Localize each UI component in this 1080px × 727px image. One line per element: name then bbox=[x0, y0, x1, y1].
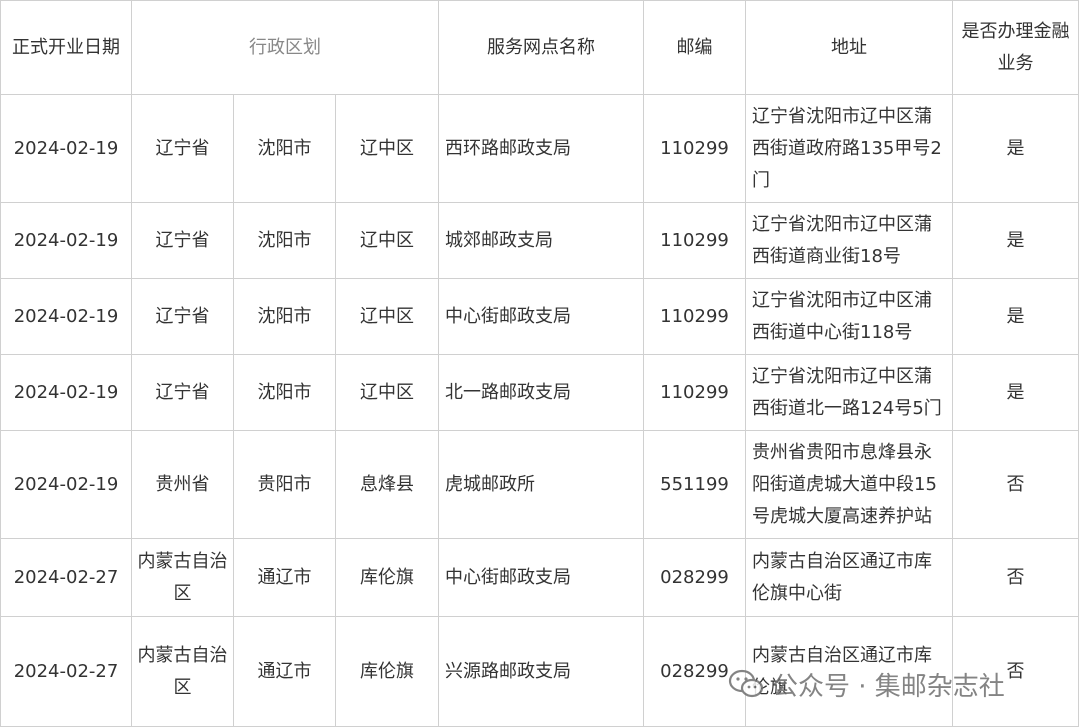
header-postcode: 邮编 bbox=[643, 0, 746, 95]
province-cell: 辽宁省 bbox=[131, 354, 234, 431]
post-office-table: 正式开业日期 行政区划 服务网点名称 邮编 地址 是否办理金融业务 2024-0… bbox=[0, 0, 1079, 727]
finance-cell: 否 bbox=[952, 616, 1079, 727]
header-address: 地址 bbox=[745, 0, 953, 95]
address-cell: 内蒙古自治区通辽市库伦旗 bbox=[745, 616, 953, 727]
district-cell: 辽中区 bbox=[335, 278, 439, 355]
header-finance: 是否办理金融业务 bbox=[952, 0, 1079, 95]
city-cell: 通辽市 bbox=[233, 616, 336, 727]
open-date-cell: 2024-02-27 bbox=[0, 538, 132, 617]
open-date-cell: 2024-02-19 bbox=[0, 278, 132, 355]
postcode-cell: 110299 bbox=[643, 202, 746, 279]
district-cell: 息烽县 bbox=[335, 430, 439, 539]
open-date-cell: 2024-02-19 bbox=[0, 202, 132, 279]
city-cell: 沈阳市 bbox=[233, 94, 336, 203]
outlet-name-cell: 城郊邮政支局 bbox=[438, 202, 644, 279]
address-cell: 内蒙古自治区通辽市库伦旗中心街 bbox=[745, 538, 953, 617]
district-cell: 辽中区 bbox=[335, 94, 439, 203]
address-cell: 辽宁省沈阳市辽中区蒲西街道北一路124号5门 bbox=[745, 354, 953, 431]
open-date-cell: 2024-02-19 bbox=[0, 430, 132, 539]
address-cell: 辽宁省沈阳市辽中区浦西街道中心街118号 bbox=[745, 278, 953, 355]
open-date-cell: 2024-02-27 bbox=[0, 616, 132, 727]
table-row: 2024-02-19 辽宁省 沈阳市 辽中区 中心街邮政支局 110299 辽宁… bbox=[0, 278, 1079, 355]
outlet-name-cell: 北一路邮政支局 bbox=[438, 354, 644, 431]
city-cell: 沈阳市 bbox=[233, 278, 336, 355]
province-cell: 辽宁省 bbox=[131, 202, 234, 279]
open-date-cell: 2024-02-19 bbox=[0, 94, 132, 203]
district-cell: 库伦旗 bbox=[335, 538, 439, 617]
finance-cell: 是 bbox=[952, 94, 1079, 203]
postcode-cell: 028299 bbox=[643, 538, 746, 617]
header-open-date: 正式开业日期 bbox=[0, 0, 132, 95]
header-row: 正式开业日期 行政区划 服务网点名称 邮编 地址 是否办理金融业务 bbox=[0, 0, 1079, 95]
outlet-name-cell: 中心街邮政支局 bbox=[438, 538, 644, 617]
finance-cell: 是 bbox=[952, 354, 1079, 431]
finance-cell: 否 bbox=[952, 538, 1079, 617]
outlet-name-cell: 虎城邮政所 bbox=[438, 430, 644, 539]
province-cell: 内蒙古自治区 bbox=[131, 538, 234, 617]
finance-cell: 是 bbox=[952, 278, 1079, 355]
city-cell: 沈阳市 bbox=[233, 354, 336, 431]
city-cell: 通辽市 bbox=[233, 538, 336, 617]
city-cell: 贵阳市 bbox=[233, 430, 336, 539]
table-row: 2024-02-19 贵州省 贵阳市 息烽县 虎城邮政所 551199 贵州省贵… bbox=[0, 430, 1079, 539]
district-cell: 库伦旗 bbox=[335, 616, 439, 727]
finance-cell: 是 bbox=[952, 202, 1079, 279]
province-cell: 辽宁省 bbox=[131, 278, 234, 355]
district-cell: 辽中区 bbox=[335, 354, 439, 431]
outlet-name-cell: 西环路邮政支局 bbox=[438, 94, 644, 203]
province-cell: 贵州省 bbox=[131, 430, 234, 539]
finance-cell: 否 bbox=[952, 430, 1079, 539]
open-date-cell: 2024-02-19 bbox=[0, 354, 132, 431]
header-outlet-name: 服务网点名称 bbox=[438, 0, 644, 95]
table-row: 2024-02-27 内蒙古自治区 通辽市 库伦旗 兴源路邮政支局 028299… bbox=[0, 616, 1079, 727]
table-row: 2024-02-19 辽宁省 沈阳市 辽中区 北一路邮政支局 110299 辽宁… bbox=[0, 354, 1079, 431]
table-row: 2024-02-19 辽宁省 沈阳市 辽中区 西环路邮政支局 110299 辽宁… bbox=[0, 94, 1079, 203]
outlet-name-cell: 中心街邮政支局 bbox=[438, 278, 644, 355]
table-row: 2024-02-27 内蒙古自治区 通辽市 库伦旗 中心街邮政支局 028299… bbox=[0, 538, 1079, 617]
district-cell: 辽中区 bbox=[335, 202, 439, 279]
city-cell: 沈阳市 bbox=[233, 202, 336, 279]
postcode-cell: 028299 bbox=[643, 616, 746, 727]
postcode-cell: 110299 bbox=[643, 354, 746, 431]
postcode-cell: 551199 bbox=[643, 430, 746, 539]
address-cell: 贵州省贵阳市息烽县永阳街道虎城大道中段15号虎城大厦高速养护站 bbox=[745, 430, 953, 539]
province-cell: 辽宁省 bbox=[131, 94, 234, 203]
postcode-cell: 110299 bbox=[643, 278, 746, 355]
postcode-cell: 110299 bbox=[643, 94, 746, 203]
table-row: 2024-02-19 辽宁省 沈阳市 辽中区 城郊邮政支局 110299 辽宁省… bbox=[0, 202, 1079, 279]
province-cell: 内蒙古自治区 bbox=[131, 616, 234, 727]
outlet-name-cell: 兴源路邮政支局 bbox=[438, 616, 644, 727]
header-admin-region: 行政区划 bbox=[131, 0, 439, 95]
address-cell: 辽宁省沈阳市辽中区蒲西街道政府路135甲号2门 bbox=[745, 94, 953, 203]
address-cell: 辽宁省沈阳市辽中区蒲西街道商业街18号 bbox=[745, 202, 953, 279]
